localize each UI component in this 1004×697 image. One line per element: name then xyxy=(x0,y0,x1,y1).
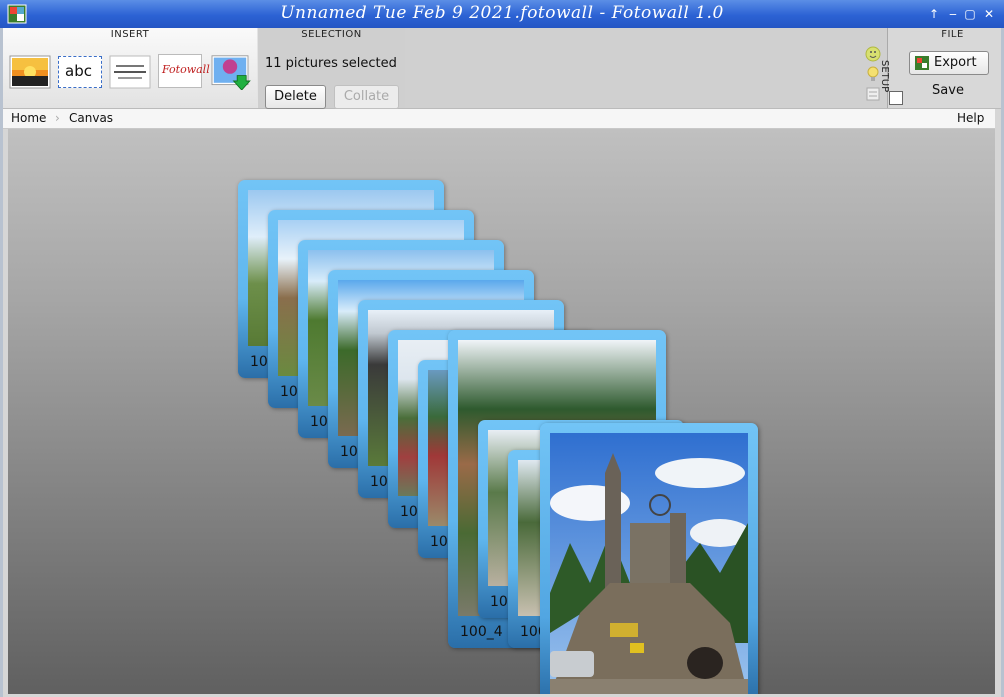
photo-caption: 100_4 xyxy=(460,624,503,640)
collate-button[interactable]: Collate xyxy=(334,85,399,109)
download-picture-tool[interactable] xyxy=(208,54,252,90)
delete-button[interactable]: Delete xyxy=(265,85,326,109)
setup-label: SETUP xyxy=(879,60,890,93)
window-title: Unnamed Tue Feb 9 2021.fotowall - Fotowa… xyxy=(280,3,724,23)
selection-status: 11 pictures selected xyxy=(265,56,397,71)
help-link[interactable]: Help xyxy=(957,111,984,125)
breadcrumb-separator-icon: › xyxy=(55,111,60,125)
close-button[interactable]: ✕ xyxy=(981,6,997,22)
export-label: Export xyxy=(934,55,977,70)
photo-card-selected[interactable] xyxy=(540,423,758,694)
maximize-button[interactable]: ▢ xyxy=(962,6,978,22)
minimize-button[interactable]: ‒ xyxy=(945,6,961,22)
castle-photo xyxy=(550,433,748,694)
canvas[interactable]: 100 100 100 100 100 100 100 100_4 100 10… xyxy=(8,129,995,694)
toolbar-spacer xyxy=(405,28,887,108)
insert-header: INSERT xyxy=(110,29,150,40)
keep-above-button[interactable]: ↑ xyxy=(926,6,942,22)
export-button[interactable]: Export xyxy=(909,51,989,75)
title-bar: Unnamed Tue Feb 9 2021.fotowall - Fotowa… xyxy=(0,0,1004,28)
selection-header: SELECTION xyxy=(258,28,405,42)
breadcrumb: Home › Canvas Help xyxy=(3,109,995,129)
add-text-tool[interactable]: abc xyxy=(58,56,102,88)
setup-checkbox[interactable] xyxy=(889,91,903,105)
breadcrumb-home[interactable]: Home xyxy=(11,111,46,125)
toolbar: INSERT SELECTION FILE abc Fotowall 11 pi… xyxy=(3,28,1001,109)
breadcrumb-canvas[interactable]: Canvas xyxy=(69,111,113,125)
add-wordcloud-tool[interactable] xyxy=(108,54,152,90)
export-icon xyxy=(915,56,929,70)
save-button[interactable]: Save xyxy=(909,83,987,98)
file-header: FILE xyxy=(941,29,964,40)
add-picture-tool[interactable] xyxy=(8,54,52,90)
add-webcam-tool[interactable]: Fotowall xyxy=(158,54,210,88)
